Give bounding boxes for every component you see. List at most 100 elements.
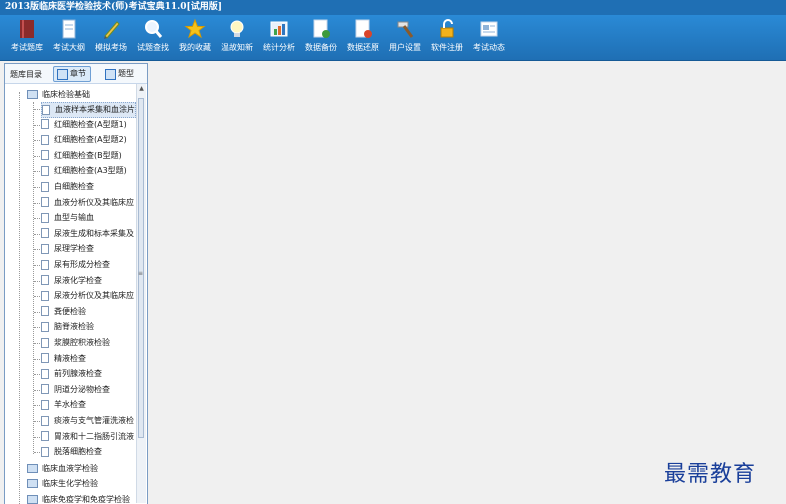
tree-node-chapter[interactable]: 尿液生成和标本采集及 bbox=[41, 227, 134, 241]
tree-node-subject[interactable]: 临床血液学检验 bbox=[27, 462, 98, 476]
tree-node-label: 红细胞检查(A型题1) bbox=[54, 119, 127, 129]
tree-node-subject[interactable]: 临床免疫学和免疫学检验 bbox=[27, 493, 130, 504]
tree-node-label: 临床血液学检验 bbox=[42, 463, 98, 473]
tree-node-chapter[interactable]: 尿有形成分检查 bbox=[41, 258, 110, 272]
tree-node-chapter[interactable]: 血液样本采集和血涂片 bbox=[41, 102, 136, 118]
tree-node-label: 血型与输血 bbox=[54, 213, 94, 223]
toolbar-button-11[interactable]: 软件注册 bbox=[424, 18, 470, 58]
document-icon bbox=[41, 290, 49, 301]
tree-node-chapter[interactable]: 阴道分泌物检查 bbox=[41, 383, 110, 397]
panel-header: 题库目录 章节 题型 bbox=[5, 64, 147, 84]
tree-node-label: 痰液与支气管灌洗液检 bbox=[54, 416, 134, 425]
magnifier-icon bbox=[142, 18, 164, 40]
toolbar-button-label: 考试动态 bbox=[473, 43, 505, 52]
tree-node-label: 红细胞检查(A型题2) bbox=[54, 135, 127, 145]
toolbar-button-6[interactable]: 温故知新 bbox=[214, 18, 260, 58]
tree-node-label: 尿液生成和标本采集及 bbox=[54, 228, 134, 238]
toolbar-button-10[interactable]: 用户设置 bbox=[382, 18, 428, 58]
toolbar-button-label: 温故知新 bbox=[221, 43, 253, 52]
lock-icon bbox=[436, 18, 458, 40]
tree-node-label: 前列腺液检查 bbox=[54, 369, 102, 379]
tree-node-subject[interactable]: 临床生化学检验 bbox=[27, 477, 98, 491]
tree-node-chapter[interactable]: 血液分析仪及其临床应 bbox=[41, 196, 134, 210]
document-icon bbox=[41, 134, 49, 145]
tab-chapter-label: 章节 bbox=[70, 69, 86, 78]
star-icon bbox=[184, 18, 206, 40]
tree-node-label: 浆膜腔积液检验 bbox=[54, 338, 110, 347]
tree-node-chapter[interactable]: 尿理学检查 bbox=[41, 242, 94, 256]
tree-node-chapter[interactable]: 红细胞检查(A型题1) bbox=[41, 118, 127, 132]
tree-node-chapter[interactable]: 白细胞检查 bbox=[41, 180, 94, 194]
tree-node-chapter[interactable]: 羊水检查 bbox=[41, 398, 86, 412]
document-icon bbox=[58, 18, 80, 40]
tree-scrollbar[interactable]: ▲ ≡ bbox=[136, 84, 146, 503]
document-icon bbox=[41, 228, 49, 239]
document-icon bbox=[41, 446, 49, 457]
tree-node-chapter[interactable]: 浆膜腔积液检验 bbox=[41, 336, 110, 350]
toolbar-button-8[interactable]: 数据备份 bbox=[298, 18, 344, 58]
tree-node-root[interactable]: 临床检验基础 bbox=[27, 88, 90, 102]
tree-node-chapter[interactable]: 粪便检验 bbox=[41, 305, 86, 319]
toolbar-button-label: 用户设置 bbox=[389, 43, 421, 52]
folder-open-icon bbox=[27, 90, 38, 99]
scroll-up-arrow-icon[interactable]: ▲ bbox=[137, 84, 146, 93]
main-content-area bbox=[150, 63, 786, 504]
document-icon bbox=[41, 197, 49, 208]
tree-node-chapter[interactable]: 尿液分析仪及其临床应 bbox=[41, 289, 134, 303]
tree-node-chapter[interactable]: 精液检查 bbox=[41, 352, 86, 366]
tree-node-label: 尿液分析仪及其临床应 bbox=[54, 291, 134, 301]
toolbar-button-label: 我的收藏 bbox=[179, 43, 211, 52]
tree-node-label: 尿理学检查 bbox=[54, 244, 94, 254]
document-icon bbox=[41, 415, 49, 426]
hammer-icon bbox=[394, 18, 416, 40]
folder-icon bbox=[27, 479, 38, 489]
toolbar-button-4[interactable]: 试题查找 bbox=[130, 18, 176, 58]
question-bank-panel: 题库目录 章节 题型 临床检验基础血液样本采集和血涂片 红细胞检查(A型题1) 红细… bbox=[4, 63, 148, 504]
news-icon bbox=[478, 18, 500, 40]
toolbar-button-label: 模拟考场 bbox=[95, 43, 127, 52]
tree-node-label: 脱落细胞检查 bbox=[54, 447, 102, 457]
toolbar-button-label: 统计分析 bbox=[263, 43, 295, 52]
document-icon bbox=[41, 212, 49, 223]
toolbar-button-9[interactable]: 数据还原 bbox=[340, 18, 386, 58]
tree-node-chapter[interactable]: 尿液化学检查 bbox=[41, 274, 102, 288]
document-icon bbox=[41, 431, 49, 442]
toolbar-button-2[interactable]: 考试大纲 bbox=[46, 18, 92, 58]
tab-question-type[interactable]: 题型 bbox=[101, 66, 139, 82]
tree-node-label: 临床生化学检验 bbox=[42, 479, 98, 489]
tree-node-label: 阴道分泌物检查 bbox=[54, 384, 110, 394]
document-icon bbox=[41, 384, 49, 395]
document-icon bbox=[41, 165, 49, 176]
tab-chapter[interactable]: 章节 bbox=[53, 66, 91, 82]
window-title: 2013版临床医学检验技术(师)考试宝典11.0[试用版] bbox=[0, 0, 786, 15]
tree-node-label: 精液检查 bbox=[54, 353, 86, 363]
tree-node-chapter[interactable]: 痰液与支气管灌洗液检 bbox=[41, 414, 134, 428]
toolbar-button-label: 软件注册 bbox=[431, 43, 463, 52]
toolbar-button-12[interactable]: 考试动态 bbox=[466, 18, 512, 58]
toolbar-button-7[interactable]: 统计分析 bbox=[256, 18, 302, 58]
tree-node-label: 临床检验基础 bbox=[42, 90, 90, 99]
tree-node-label: 血液样本采集和血涂片 bbox=[55, 105, 135, 114]
tree-node-chapter[interactable]: 红细胞检查(B型题) bbox=[41, 149, 122, 163]
document-icon bbox=[41, 353, 49, 364]
tree-node-label: 脑脊液检验 bbox=[54, 322, 94, 332]
watermark-logo: 最需教育 bbox=[664, 462, 757, 487]
tree-node-chapter[interactable]: 血型与输血 bbox=[41, 211, 94, 225]
tree-node-chapter[interactable]: 脱落细胞检查 bbox=[41, 445, 102, 459]
tree-guide-line bbox=[19, 92, 20, 504]
tree-node-label: 尿有形成分检查 bbox=[54, 260, 110, 269]
toolbar-button-3[interactable]: 模拟考场 bbox=[88, 18, 134, 58]
scrollbar-thumb[interactable] bbox=[138, 98, 144, 438]
toolbar-button-5[interactable]: 我的收藏 bbox=[172, 18, 218, 58]
tree-node-chapter[interactable]: 红细胞检查(A3型题) bbox=[41, 164, 127, 178]
tree-node-chapter[interactable]: 红细胞检查(A型题2) bbox=[41, 133, 127, 147]
tree-node-label: 临床免疫学和免疫学检验 bbox=[42, 495, 130, 504]
main-toolbar: 考试题库 考试大纲 模拟考场 试题查找 我的收藏 温故知新 统计分析 数据备份 数据还原 用户设置… bbox=[0, 15, 786, 61]
toolbar-button-1[interactable]: 考试题库 bbox=[4, 18, 50, 58]
tree-node-chapter[interactable]: 胃液和十二指肠引流液 bbox=[41, 430, 134, 444]
document-icon bbox=[41, 368, 49, 379]
document-icon bbox=[41, 181, 49, 192]
chapter-tab-icon bbox=[57, 69, 68, 80]
tree-node-chapter[interactable]: 脑脊液检验 bbox=[41, 320, 94, 334]
tree-node-chapter[interactable]: 前列腺液检查 bbox=[41, 367, 102, 381]
